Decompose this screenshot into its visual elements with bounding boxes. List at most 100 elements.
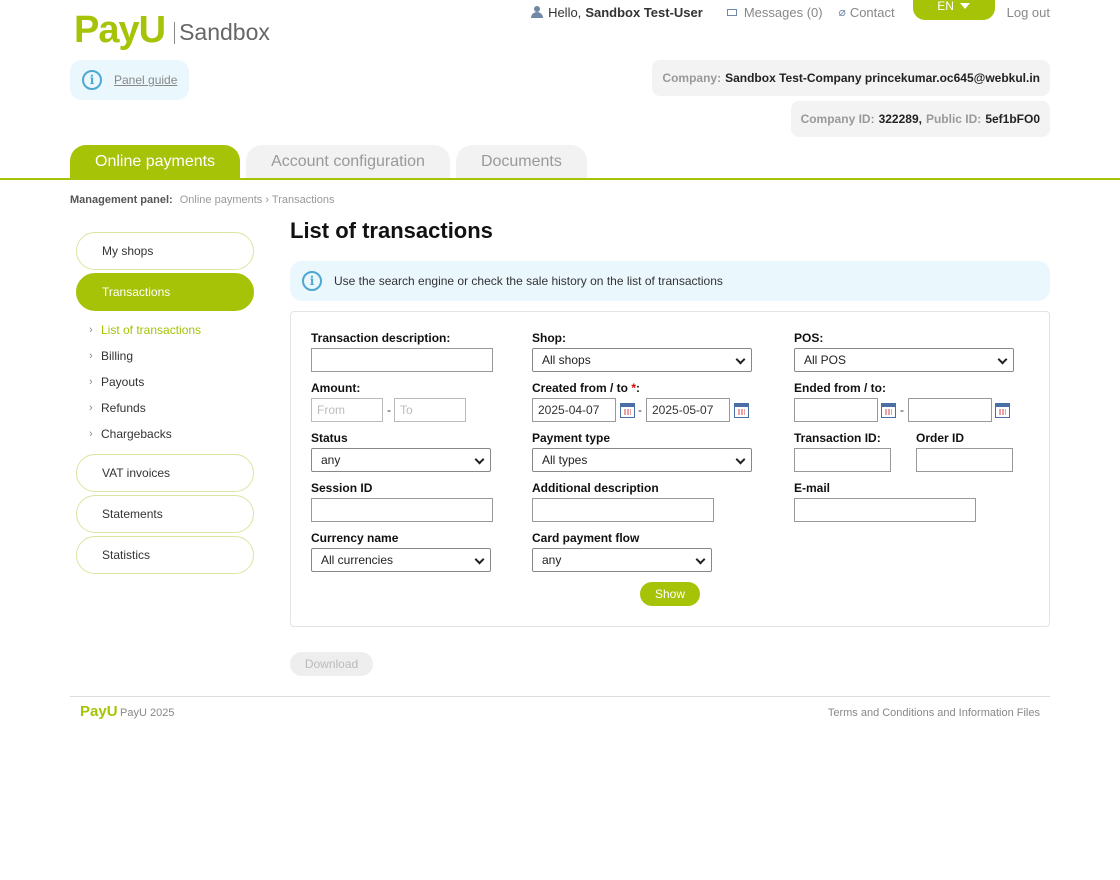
show-button[interactable]: Show xyxy=(640,582,700,606)
tab-account-configuration[interactable]: Account configuration xyxy=(246,145,450,179)
company-id-value: 322289, xyxy=(878,112,922,126)
label-card-payment-flow: Card payment flow xyxy=(532,531,640,545)
page-title: List of transactions xyxy=(290,218,493,243)
additional-description-input[interactable] xyxy=(532,498,714,522)
created-to-input[interactable]: 2025-05-07 xyxy=(646,398,730,422)
payment-type-select[interactable]: All types xyxy=(532,448,752,472)
caret-down-icon xyxy=(959,3,970,9)
label-payment-type: Payment type xyxy=(532,431,611,445)
logo-separator xyxy=(174,22,176,44)
label-transaction-description: Transaction description: xyxy=(311,331,451,345)
created-colon: : xyxy=(636,381,641,395)
calendar-icon[interactable] xyxy=(881,403,896,418)
language-selector[interactable]: EN xyxy=(912,0,995,24)
breadcrumb-online-payments[interactable]: Online payments xyxy=(180,194,263,206)
info-notice: i Use the search engine or check the sal… xyxy=(290,261,1050,301)
sidebar-item-vat-invoices[interactable]: VAT invoices xyxy=(76,454,254,492)
label-ended: Ended from / to: xyxy=(794,381,886,395)
messages-label: Messages (0) xyxy=(743,4,823,20)
sidebar-sub-list-of-transactions[interactable]: List of transactions xyxy=(76,317,254,343)
calendar-icon[interactable] xyxy=(995,403,1010,418)
tab-online-payments[interactable]: Online payments xyxy=(70,145,241,179)
sidebar-item-statistics[interactable]: Statistics xyxy=(76,536,254,574)
main-tabs: Online payments Account configuration Do… xyxy=(70,145,593,179)
sub-label: Refunds xyxy=(101,401,146,415)
sidebar-item-transactions[interactable]: Transactions xyxy=(76,273,254,311)
user-name: Sandbox Test-User xyxy=(585,4,703,20)
language-label: EN xyxy=(937,0,954,13)
language-tab[interactable]: EN xyxy=(912,0,995,20)
sub-label: Billing xyxy=(101,349,134,363)
footer-logo: PayU xyxy=(80,703,118,720)
download-button[interactable]: Download xyxy=(290,652,373,676)
ended-to-input[interactable] xyxy=(908,398,992,422)
sidebar-sub-refunds[interactable]: Refunds xyxy=(76,395,254,421)
panel-guide-link[interactable]: Panel guide xyxy=(114,73,177,87)
label-email: E-mail xyxy=(794,481,831,495)
label-session-id: Session ID xyxy=(311,481,373,495)
transaction-description-input[interactable] xyxy=(311,348,493,372)
footer-divider xyxy=(70,696,1050,697)
footer-copyright: PayU 2025 xyxy=(120,707,175,719)
email-input[interactable] xyxy=(794,498,976,522)
card-payment-flow-select[interactable]: any xyxy=(532,548,712,572)
sidebar-sub-billing[interactable]: Billing xyxy=(76,343,254,369)
transaction-id-input[interactable] xyxy=(794,448,891,472)
ended-dash: - xyxy=(900,403,904,417)
calendar-icon[interactable] xyxy=(620,403,635,418)
session-id-input[interactable] xyxy=(311,498,493,522)
calendar-icon[interactable] xyxy=(734,403,749,418)
order-id-input[interactable] xyxy=(916,448,1013,472)
currency-select[interactable]: All currencies xyxy=(311,548,491,572)
sidebar-submenu: List of transactions Billing Payouts Ref… xyxy=(76,317,254,447)
mail-icon xyxy=(726,8,737,16)
label-additional-description: Additional description xyxy=(532,481,659,495)
pos-select[interactable]: All POS xyxy=(794,348,1014,372)
company-id-info: Company ID: 322289, Public ID: 5ef1bFO0 xyxy=(790,101,1050,137)
breadcrumb-separator: › xyxy=(265,194,270,206)
sub-label: Payouts xyxy=(101,375,145,389)
label-transaction-id: Transaction ID: xyxy=(794,431,881,445)
footer-terms-link[interactable]: Terms and Conditions and Information Fil… xyxy=(828,707,1040,719)
user-icon xyxy=(531,6,544,18)
public-id-label: Public ID: xyxy=(925,112,982,126)
company-id-label: Company ID: xyxy=(800,112,875,126)
tab-underline xyxy=(0,178,1120,180)
search-form: Transaction description: Shop: All shops… xyxy=(290,311,1050,627)
label-pos: POS: xyxy=(794,331,824,345)
amount-from-input[interactable]: From xyxy=(311,398,383,422)
shop-select[interactable]: All shops xyxy=(532,348,752,372)
label-status: Status xyxy=(311,431,348,445)
contact-link[interactable]: ⌀ Contact xyxy=(839,5,895,20)
link-icon: ⌀ xyxy=(838,5,846,19)
sidebar-sub-chargebacks[interactable]: Chargebacks xyxy=(76,421,254,447)
amount-to-input[interactable]: To xyxy=(394,398,466,422)
label-currency-name: Currency name xyxy=(311,531,399,545)
label-amount: Amount: xyxy=(311,381,361,395)
sub-label: Chargebacks xyxy=(101,427,172,441)
info-icon: i xyxy=(302,271,322,291)
ended-from-input[interactable] xyxy=(794,398,878,422)
messages-link[interactable]: Messages (0) xyxy=(726,4,823,20)
breadcrumb: Management panel: Online payments › Tran… xyxy=(70,194,334,206)
label-created: Created from / to *: xyxy=(532,381,640,395)
sidebar-item-my-shops[interactable]: My shops xyxy=(76,232,254,270)
breadcrumb-transactions: Transactions xyxy=(271,194,335,206)
logo-sandbox-text: Sandbox xyxy=(179,19,270,45)
tab-documents[interactable]: Documents xyxy=(455,145,587,179)
created-label-text: Created from / to xyxy=(532,381,629,395)
logo-payu-text: PayU xyxy=(74,9,166,51)
sidebar-item-statements[interactable]: Statements xyxy=(76,495,254,533)
top-bar: Hello, Sandbox Test-User Messages (0) ⌀ … xyxy=(515,0,1050,20)
company-label: Company: xyxy=(662,71,722,85)
company-info: Company: Sandbox Test-Company princekuma… xyxy=(652,60,1050,96)
logout-link[interactable]: Log out xyxy=(1007,5,1050,20)
sidebar: My shops Transactions List of transactio… xyxy=(76,232,254,577)
created-from-input[interactable]: 2025-04-07 xyxy=(532,398,616,422)
info-icon: i xyxy=(82,70,102,90)
amount-dash: - xyxy=(387,403,391,417)
status-select[interactable]: any xyxy=(311,448,491,472)
company-value: Sandbox Test-Company princekumar.oc645@w… xyxy=(725,71,1040,85)
sidebar-sub-payouts[interactable]: Payouts xyxy=(76,369,254,395)
payu-logo[interactable]: PayU Sandbox xyxy=(74,8,270,52)
